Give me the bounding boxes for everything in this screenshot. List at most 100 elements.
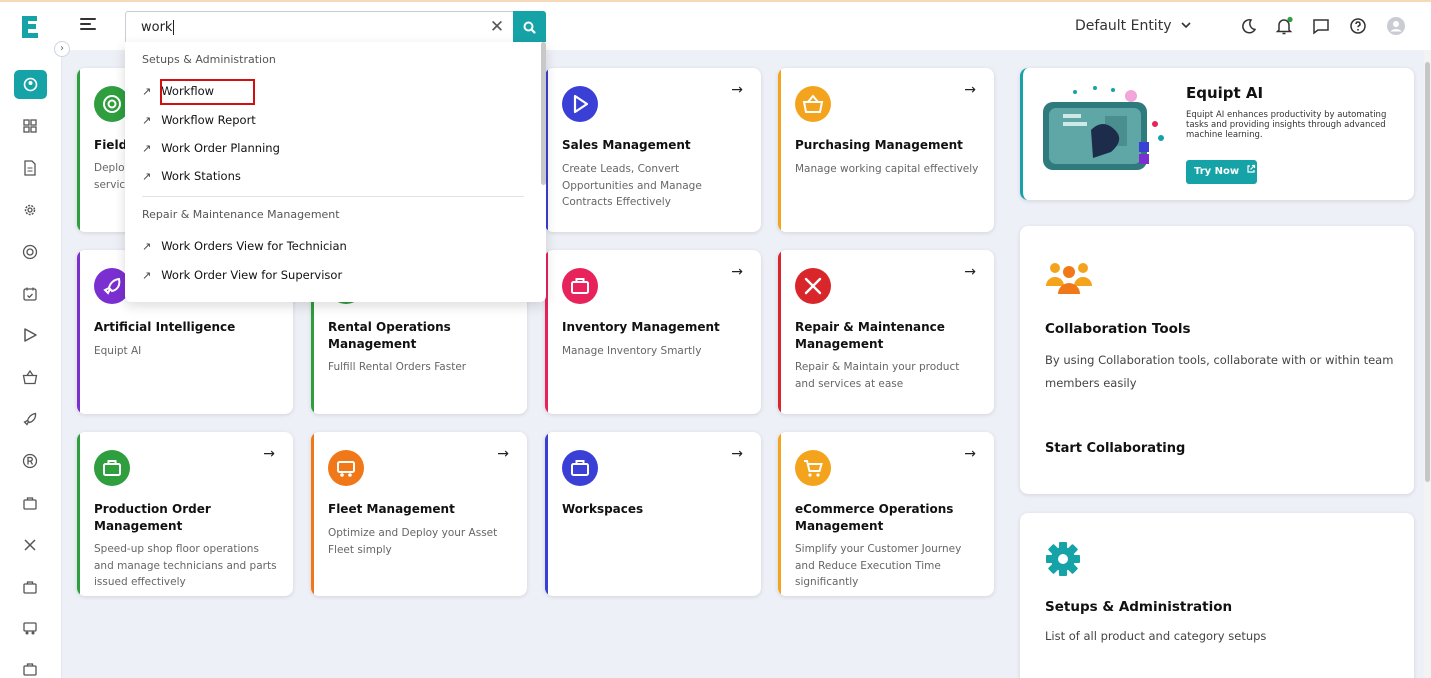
search-button[interactable] <box>513 11 546 44</box>
card-description: Simplify your Customer Journey and Reduc… <box>795 543 962 588</box>
tools-icon[interactable] <box>21 536 39 554</box>
card-description: Manage working capital effectively <box>795 163 979 175</box>
target-icon[interactable] <box>21 243 39 261</box>
gear-icon <box>1046 542 1080 576</box>
bell-icon[interactable] <box>1274 16 1294 36</box>
card-title: Artificial Intelligence <box>94 320 236 334</box>
ai-illustration <box>1043 86 1164 170</box>
card-ecommerce-operations[interactable]: → eCommerce Operations Management Simpli… <box>778 432 994 596</box>
briefcase-icon[interactable] <box>21 494 39 512</box>
sidebar <box>0 50 62 678</box>
cart-icon <box>795 450 831 486</box>
card-description: Fulfill Rental Orders Faster <box>328 361 467 373</box>
chevron-down-icon <box>1181 22 1191 29</box>
result-work-orders-view-technician[interactable]: ↗ Work Orders View for Technician <box>142 239 347 253</box>
search-box[interactable]: work ✕ <box>125 11 546 44</box>
arrow-up-right-icon: ↗ <box>142 85 152 98</box>
arrow-right-icon[interactable]: → <box>731 82 743 98</box>
moon-icon[interactable] <box>1238 16 1258 36</box>
arrow-right-icon[interactable]: → <box>497 446 509 462</box>
play-icon[interactable] <box>21 326 39 344</box>
dropdown-scrollbar[interactable] <box>541 42 546 185</box>
close-icon[interactable]: ✕ <box>488 12 506 43</box>
start-collaborating-link[interactable]: Start Collaborating <box>1045 441 1185 456</box>
entity-selector[interactable]: Default Entity <box>1075 18 1192 34</box>
dashboard-icon <box>23 77 38 92</box>
briefcase-icon[interactable] <box>21 578 39 596</box>
card-purchasing-management[interactable]: → Purchasing Management Manage working c… <box>778 68 994 232</box>
ai-title: Equipt AI <box>1186 84 1264 102</box>
result-work-stations[interactable]: ↗ Work Stations <box>142 169 241 183</box>
search-results-dropdown: Setups & Administration ↗ Workflow ↗ Workf… <box>125 42 546 302</box>
divider <box>142 196 524 197</box>
briefcase-icon <box>562 268 598 304</box>
card-fleet-management[interactable]: → Fleet Management Optimize and Deploy y… <box>311 432 527 596</box>
search-icon <box>523 21 536 34</box>
card-production-order[interactable]: → Production Order Management Speed-up s… <box>77 432 293 596</box>
card-title: Inventory Management <box>562 320 720 334</box>
equipt-ai-card: Equipt AI Equipt AI enhances productivit… <box>1020 68 1414 200</box>
page-scrollbar[interactable] <box>1424 50 1431 678</box>
briefcase-icon[interactable] <box>21 660 39 678</box>
basket-icon[interactable] <box>21 368 39 386</box>
setups-title: Setups & Administration <box>1045 599 1233 615</box>
arrow-right-icon[interactable]: → <box>964 446 976 462</box>
selection-highlight <box>160 79 255 105</box>
briefcase-icon <box>562 450 598 486</box>
arrow-up-right-icon: ↗ <box>142 142 152 155</box>
tools-icon <box>795 268 831 304</box>
setups-description: List of all product and category setups <box>1045 629 1267 643</box>
registered-icon[interactable] <box>21 452 39 470</box>
arrow-right-icon[interactable]: → <box>731 264 743 280</box>
card-title: Fleet Management <box>328 502 455 516</box>
result-work-order-planning[interactable]: ↗ Work Order Planning <box>142 141 280 155</box>
basket-icon <box>795 86 831 122</box>
card-title: Repair & Maintenance Management <box>795 320 945 351</box>
arrow-right-icon[interactable]: → <box>263 446 275 462</box>
arrow-up-right-icon: ↗ <box>142 170 152 183</box>
card-description: Equipt AI <box>94 345 142 357</box>
card-repair-maintenance[interactable]: → Repair & Maintenance Management Repair… <box>778 250 994 414</box>
rocket-icon[interactable] <box>21 410 39 428</box>
user-avatar-icon[interactable] <box>1386 16 1406 36</box>
truck-icon[interactable] <box>21 619 39 637</box>
try-now-button[interactable]: Try Now <box>1186 160 1257 184</box>
card-title: Purchasing Management <box>795 138 963 152</box>
gear-icon[interactable] <box>21 201 39 219</box>
document-icon[interactable] <box>21 159 39 177</box>
calendar-icon[interactable] <box>21 285 39 303</box>
arrow-up-right-icon: ↗ <box>142 269 152 282</box>
card-inventory-management[interactable]: → Inventory Management Manage Inventory … <box>545 250 761 414</box>
card-sales-management[interactable]: → Sales Management Create Leads, Convert… <box>545 68 761 232</box>
collaboration-tools-card: Collaboration Tools By using Collaborati… <box>1020 226 1414 494</box>
card-workspaces[interactable]: → Workspaces <box>545 432 761 596</box>
sidebar-collapse-button[interactable]: › <box>54 41 70 57</box>
card-title: Workspaces <box>562 502 644 516</box>
card-description: Manage Inventory Smartly <box>562 345 702 357</box>
arrow-up-right-icon: ↗ <box>142 114 152 127</box>
card-title: Rental Operations Management <box>328 320 451 351</box>
arrow-right-icon[interactable]: → <box>964 264 976 280</box>
menu-icon[interactable] <box>80 18 96 30</box>
result-work-order-view-supervisor[interactable]: ↗ Work Order View for Supervisor <box>142 268 342 282</box>
collaboration-title: Collaboration Tools <box>1045 321 1191 337</box>
chat-icon[interactable] <box>1311 16 1331 36</box>
section-header: Repair & Maintenance Management <box>142 208 340 221</box>
equipt-logo[interactable] <box>20 14 40 40</box>
ai-description: Equipt AI enhances productivity by autom… <box>1186 110 1387 140</box>
card-title: Sales Management <box>562 138 691 152</box>
play-icon <box>562 86 598 122</box>
section-header: Setups & Administration <box>142 53 276 66</box>
arrow-right-icon[interactable]: → <box>964 82 976 98</box>
card-description: Create Leads, Convert Opportunities and … <box>562 163 702 208</box>
card-title: eCommerce Operations Management <box>795 502 954 533</box>
help-icon[interactable] <box>1348 16 1368 36</box>
collaboration-description: By using Collaboration tools, collaborat… <box>1045 353 1394 390</box>
sidebar-item-dashboard[interactable] <box>14 70 47 99</box>
search-input[interactable]: work <box>141 12 175 43</box>
result-workflow-report[interactable]: ↗ Workflow Report <box>142 113 256 127</box>
arrow-right-icon[interactable]: → <box>731 446 743 462</box>
team-icon <box>1046 263 1092 294</box>
grid-icon[interactable] <box>21 117 39 135</box>
external-link-icon <box>1247 164 1255 173</box>
